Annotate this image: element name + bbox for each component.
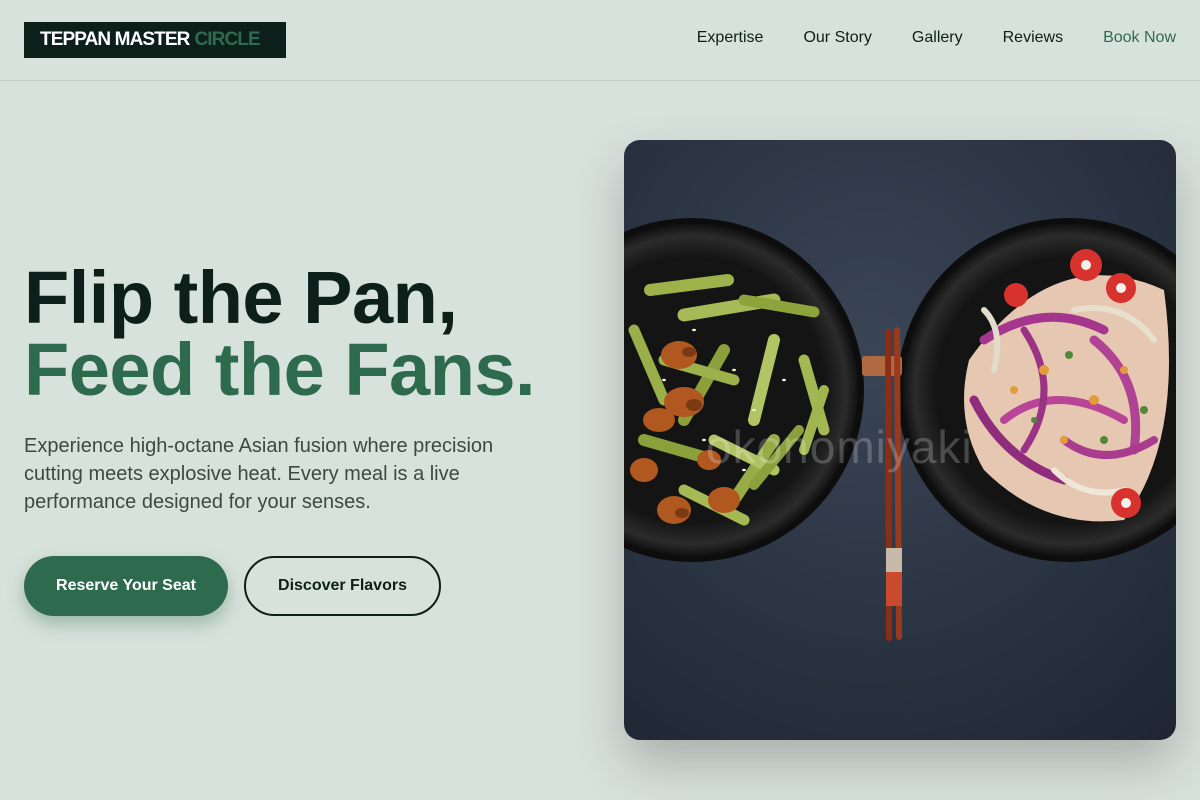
main-nav: Expertise Our Story Gallery Reviews Book… — [697, 29, 1176, 47]
site-header: TEPPAN MASTER CIRCLE Expertise Our Story… — [0, 0, 1200, 81]
brand-logo[interactable]: TEPPAN MASTER CIRCLE — [24, 22, 286, 58]
image-watermark: okonomiyaki — [706, 421, 973, 473]
hero-food-image: okonomiyaki — [624, 140, 1176, 740]
hero-description: Experience high-octane Asian fusion wher… — [24, 435, 494, 513]
brand-name-part1: TEPPAN MASTER — [40, 29, 190, 50]
nav-link-expertise[interactable]: Expertise — [697, 29, 764, 47]
hero-title: Flip the Pan, Feed the Fans. — [24, 256, 536, 411]
hero-title-line1: Flip the Pan, — [24, 256, 458, 339]
brand-name-part2: CIRCLE — [194, 29, 260, 50]
hero-title-line2: Feed the Fans. — [24, 328, 536, 411]
nav-link-reviews[interactable]: Reviews — [1003, 29, 1063, 47]
discover-flavors-button[interactable]: Discover Flavors — [244, 556, 441, 616]
nav-link-gallery[interactable]: Gallery — [912, 29, 963, 47]
nav-link-our-story[interactable]: Our Story — [803, 29, 871, 47]
reserve-seat-button[interactable]: Reserve Your Seat — [24, 556, 228, 616]
nav-link-book-now[interactable]: Book Now — [1103, 29, 1176, 47]
